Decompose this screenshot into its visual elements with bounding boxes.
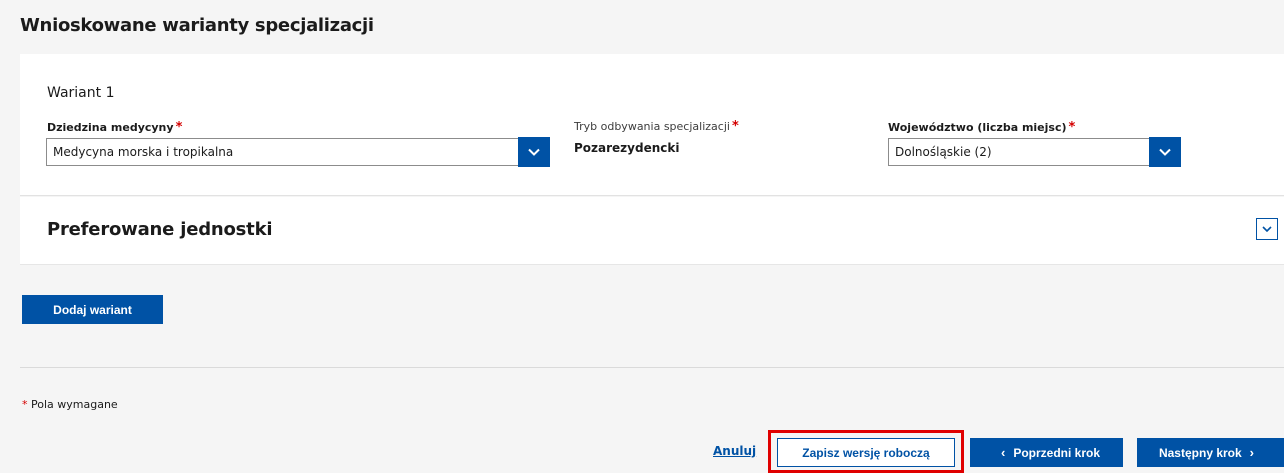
add-variant-button[interactable]: Dodaj wariant <box>22 295 163 324</box>
mode-label: Tryb odbywania specjalizacji * <box>574 119 739 134</box>
section-title: Wnioskowane warianty specjalizacji <box>20 15 374 36</box>
domain-label-text: Dziedzina medycyny <box>47 121 174 134</box>
mode-value: Pozarezydencki <box>574 141 680 155</box>
divider <box>20 367 1284 368</box>
required-note-text: Pola wymagane <box>31 398 118 411</box>
chevron-down-icon[interactable] <box>518 137 550 167</box>
chevron-down-icon <box>1262 226 1272 232</box>
chevron-down-icon[interactable] <box>1149 137 1181 167</box>
region-select[interactable]: Dolnośląskie (2) <box>888 137 1181 167</box>
next-step-label: Następny krok <box>1158 445 1242 460</box>
variant-card: Wariant 1 Dziedzina medycyny * Medycyna m… <box>20 54 1284 196</box>
domain-select-value: Medycyna morska i tropikalna <box>53 145 234 159</box>
required-mark: * <box>175 120 183 135</box>
chevron-left-icon: ‹ <box>1000 445 1006 460</box>
region-label-text: Województwo (liczba miejsc) <box>888 121 1067 134</box>
prev-step-label: Poprzedni krok <box>1013 445 1101 460</box>
expand-preferred-button[interactable] <box>1256 218 1278 240</box>
domain-select[interactable]: Medycyna morska i tropikalna <box>46 137 550 167</box>
preferred-units-panel: Preferowane jednostki <box>20 197 1284 265</box>
variant-title: Wariant 1 <box>47 85 115 101</box>
next-step-button[interactable]: Następny krok › <box>1137 438 1284 467</box>
save-draft-button[interactable]: Zapisz wersję roboczą <box>777 438 955 467</box>
required-note: * Pola wymagane <box>22 398 118 411</box>
domain-label: Dziedzina medycyny * <box>47 120 182 135</box>
required-mark: * <box>22 398 28 411</box>
preferred-units-title: Preferowane jednostki <box>47 219 273 240</box>
mode-label-text: Tryb odbywania specjalizacji <box>574 120 730 133</box>
cancel-link[interactable]: Anuluj <box>713 444 756 458</box>
required-mark: * <box>731 119 739 134</box>
chevron-right-icon: › <box>1249 445 1255 460</box>
region-select-value: Dolnośląskie (2) <box>895 145 992 159</box>
required-mark: * <box>1068 120 1076 135</box>
prev-step-button[interactable]: ‹ Poprzedni krok <box>970 438 1123 467</box>
region-label: Województwo (liczba miejsc) * <box>888 120 1075 135</box>
